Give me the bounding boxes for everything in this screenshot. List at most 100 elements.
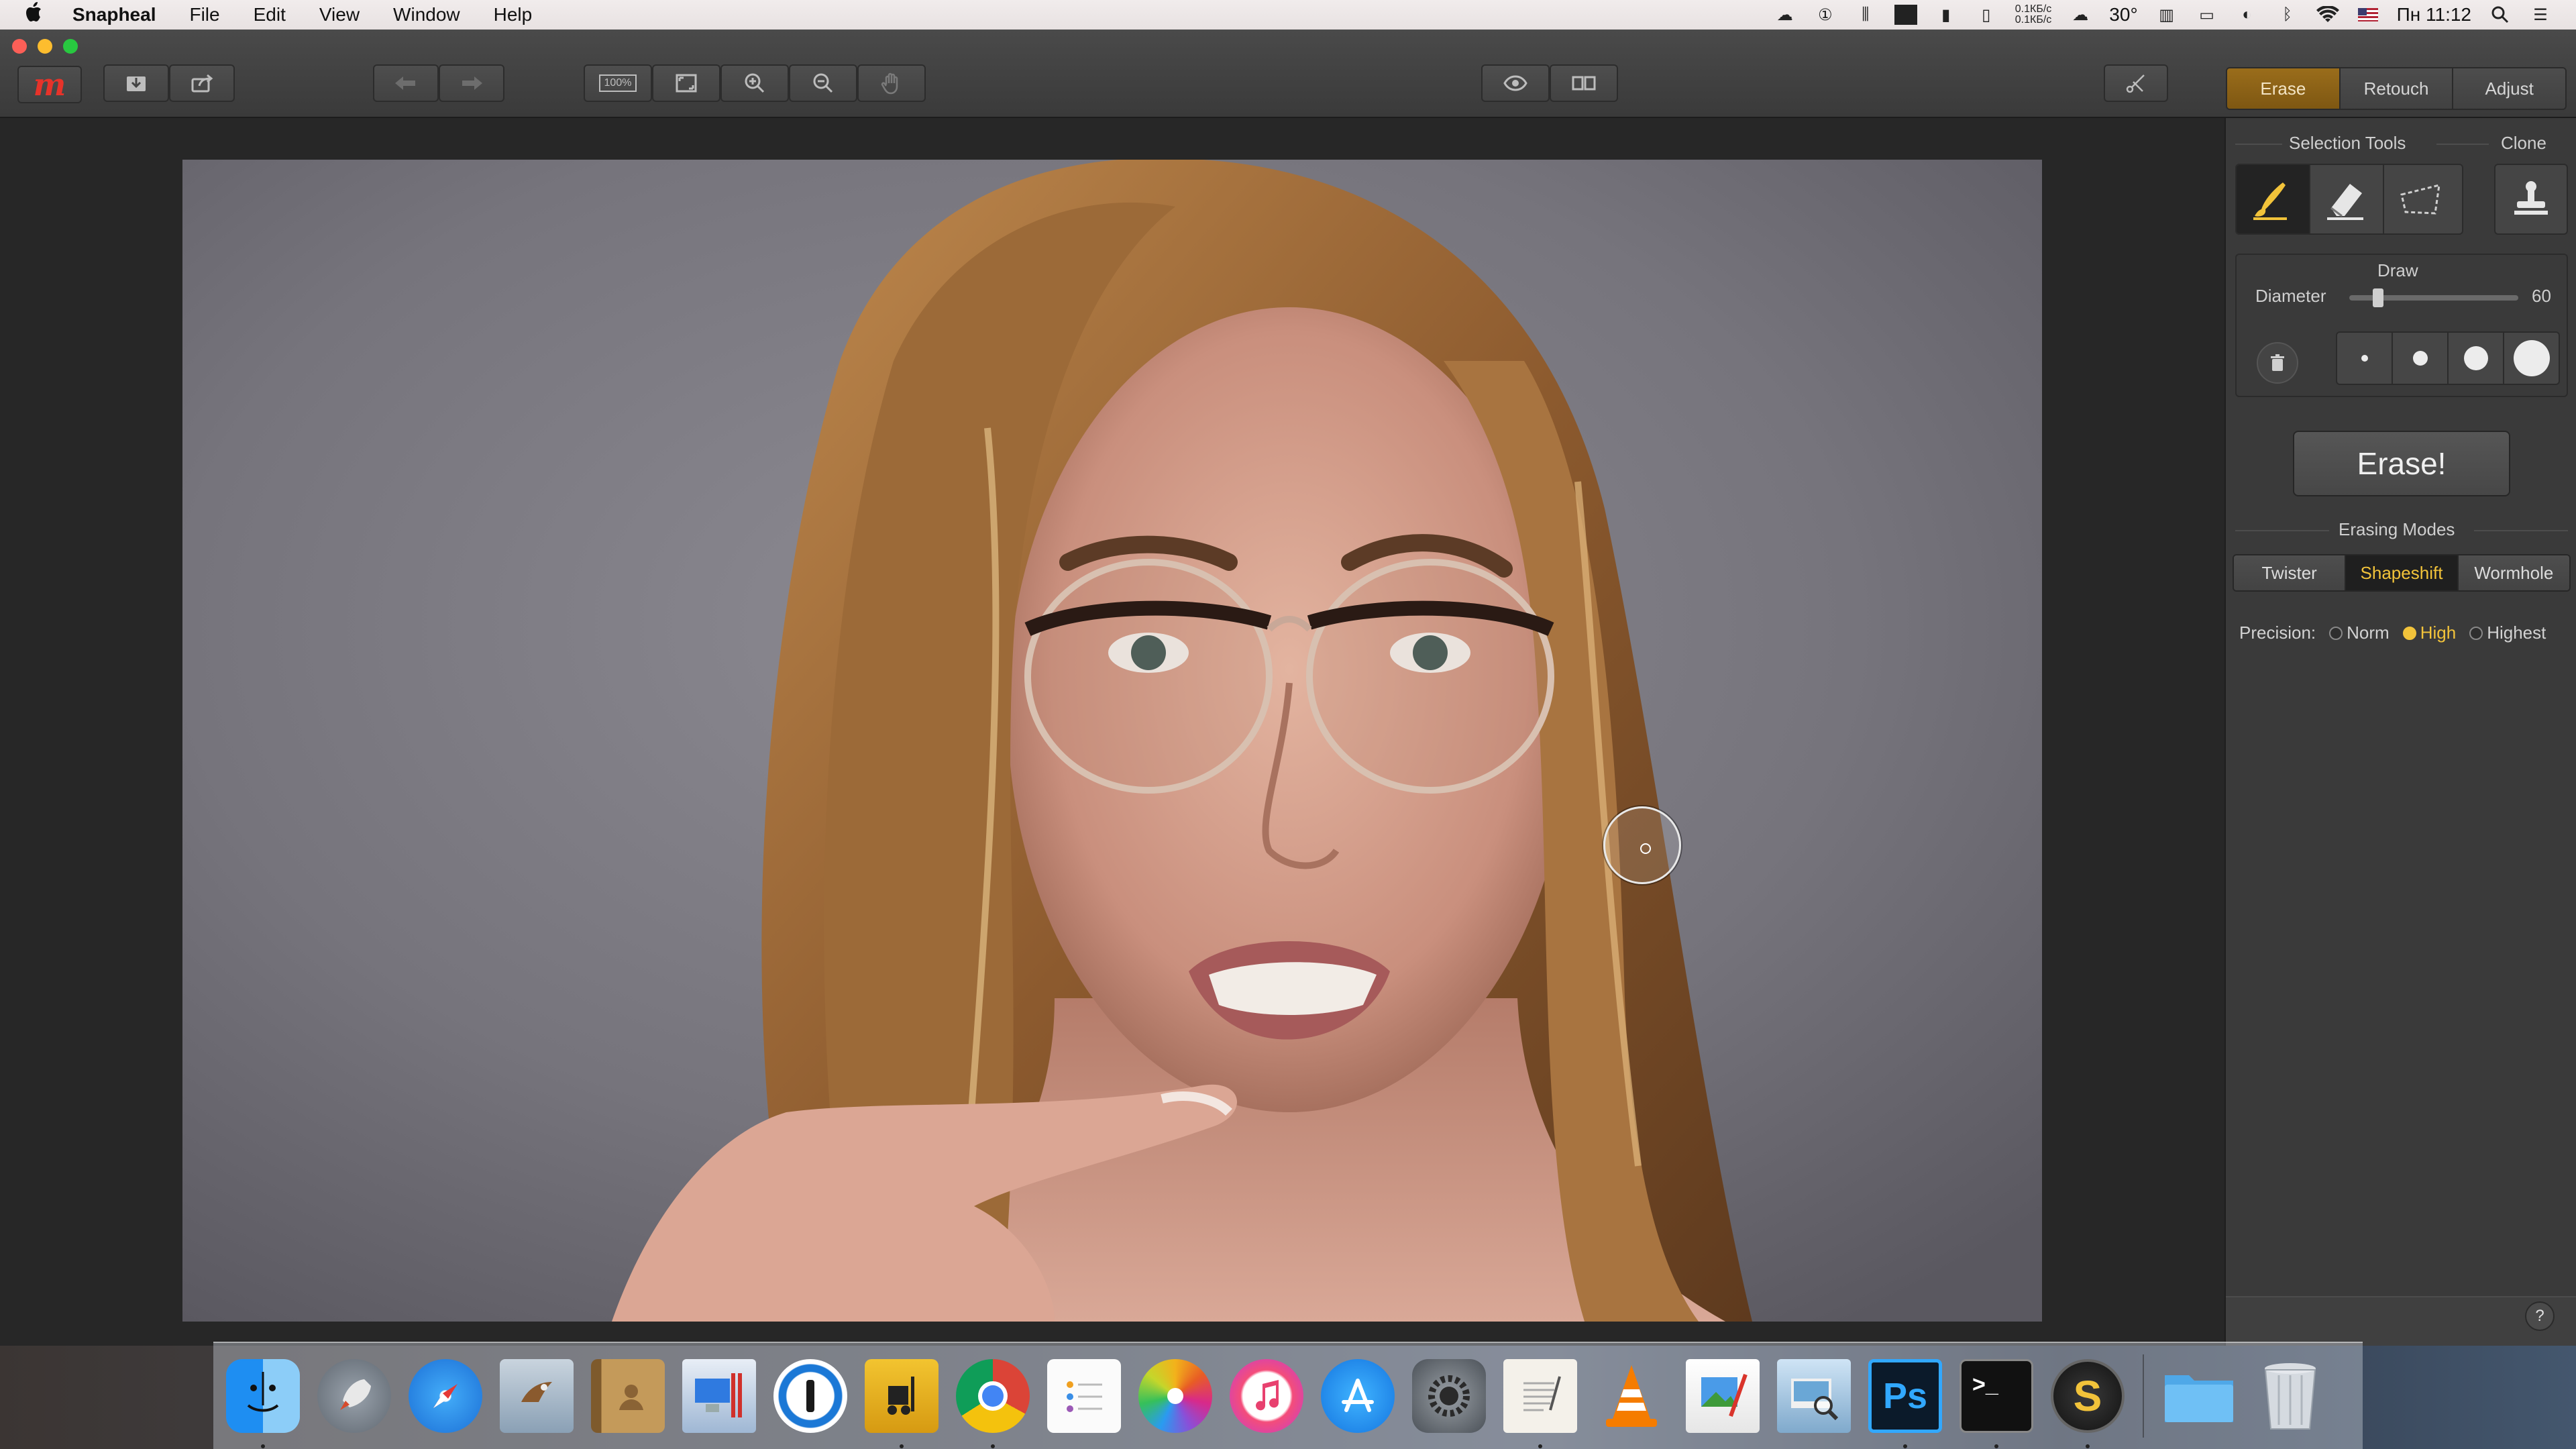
disk-monitor-icon[interactable]: ▯ (1975, 5, 1998, 24)
photo[interactable] (182, 160, 2042, 1322)
size-dot-icon (2412, 351, 2428, 366)
brush-size-medium[interactable] (2393, 333, 2449, 384)
dock-textedit[interactable] (1500, 1356, 1580, 1448)
menu-file[interactable]: File (189, 4, 219, 25)
status-icon[interactable]: ⫼ (1854, 5, 1877, 24)
brush-tool-button[interactable] (2237, 165, 2310, 233)
hand-tool-button[interactable] (857, 64, 926, 102)
dock-terminal[interactable]: >_ (1956, 1356, 2037, 1448)
brush-size-large[interactable] (2449, 333, 2504, 384)
redo-button[interactable] (439, 64, 504, 102)
network-speed[interactable]: 0.1КБ/с 0.1КБ/с (2015, 4, 2052, 25)
help-button[interactable]: ? (2525, 1301, 2555, 1331)
running-indicator (1903, 1444, 1907, 1448)
gear-icon (1412, 1359, 1486, 1433)
running-indicator (991, 1444, 995, 1448)
image-canvas[interactable] (0, 118, 2224, 1346)
divider (2235, 530, 2329, 531)
dock-downloads-folder[interactable] (2159, 1356, 2239, 1436)
dock-reminders[interactable] (1044, 1356, 1124, 1436)
lasso-tool-button[interactable] (2384, 165, 2458, 233)
dock-safari[interactable] (405, 1356, 486, 1436)
erasing-modes-label: Erasing Modes (2339, 519, 2455, 539)
brush-size-xlarge[interactable] (2504, 333, 2559, 384)
dock-pixelmator[interactable] (1682, 1356, 1763, 1436)
brush-size-small[interactable] (2337, 333, 2393, 384)
menu-window[interactable]: Window (393, 4, 460, 25)
dock-parallels[interactable] (679, 1356, 759, 1436)
fit-to-screen-button[interactable] (652, 64, 720, 102)
dock-chrome[interactable] (953, 1356, 1033, 1448)
wifi-icon[interactable] (2316, 5, 2339, 24)
precision-highest[interactable]: Highest (2469, 623, 2546, 643)
crop-button[interactable] (2104, 64, 2168, 102)
creative-cloud-icon[interactable]: ☁ (1774, 5, 1796, 24)
dock-photos[interactable] (1135, 1356, 1216, 1436)
zoom-in-button[interactable] (720, 64, 789, 102)
zoom-out-button[interactable] (789, 64, 857, 102)
brush-cursor (1603, 806, 1681, 884)
precision-high[interactable]: High (2402, 623, 2456, 643)
tab-retouch[interactable]: Retouch (2340, 68, 2454, 109)
dock-transmit[interactable] (861, 1356, 942, 1448)
clear-selection-button[interactable] (2257, 342, 2298, 384)
spotlight-search-icon[interactable] (2489, 5, 2512, 24)
fan-icon[interactable]: ▥ (2155, 5, 2178, 24)
dock-contacts[interactable] (588, 1356, 668, 1436)
onepassword-icon[interactable]: ① (1814, 5, 1837, 24)
dock-mail[interactable] (496, 1356, 577, 1436)
precision-norm[interactable]: Norm (2329, 623, 2390, 643)
cpu-monitor-icon[interactable] (1894, 5, 1917, 25)
clone-stamp-button[interactable] (2496, 165, 2567, 233)
dock-launchpad[interactable] (314, 1356, 394, 1436)
mode-twister[interactable]: Twister (2234, 555, 2347, 590)
notification-center-icon[interactable]: ☰ (2529, 5, 2552, 24)
open-image-button[interactable] (103, 64, 169, 102)
app-name-menu[interactable]: Snapheal (72, 4, 156, 25)
window-zoom-button[interactable] (63, 39, 78, 54)
eraser-tool-button[interactable] (2310, 165, 2384, 233)
undo-button[interactable] (373, 64, 439, 102)
brush-icon (2253, 182, 2287, 220)
mode-wormhole[interactable]: Wormhole (2458, 555, 2569, 590)
clock[interactable]: Пн 11:12 (2397, 4, 2471, 25)
temperature[interactable]: 30° (2109, 4, 2137, 25)
dock-trash[interactable] (2250, 1356, 2330, 1436)
menu-help[interactable]: Help (494, 4, 533, 25)
diameter-slider[interactable] (2349, 288, 2518, 307)
erase-button[interactable]: Erase! (2293, 431, 2510, 496)
share-button[interactable] (169, 64, 235, 102)
dock-photoshop[interactable]: Ps (1865, 1356, 1945, 1448)
window-close-button[interactable] (12, 39, 27, 54)
bluetooth-icon[interactable]: ᛒ (2276, 5, 2299, 24)
compare-view-button[interactable] (1550, 64, 1618, 102)
preview-original-button[interactable] (1481, 64, 1550, 102)
dock-1password[interactable] (770, 1356, 851, 1436)
redo-icon (462, 76, 482, 90)
snapheal-icon: S (2051, 1359, 2125, 1433)
divider (2235, 144, 2282, 145)
macphun-logo-button[interactable]: m (17, 66, 82, 103)
memory-monitor-icon[interactable]: ▮ (1935, 5, 1957, 24)
display-icon[interactable]: ▭ (2196, 5, 2218, 24)
mode-shapeshift[interactable]: Shapeshift (2346, 555, 2459, 590)
zoom-100-button[interactable]: 100% (584, 64, 652, 102)
dock-app-store[interactable] (1318, 1356, 1398, 1436)
selection-tools (2235, 164, 2463, 235)
input-source-flag-icon[interactable] (2357, 5, 2379, 24)
menu-edit[interactable]: Edit (254, 4, 286, 25)
dock-vlc[interactable] (1591, 1356, 1672, 1436)
tab-erase[interactable]: Erase (2227, 68, 2341, 109)
dock-system-preferences[interactable] (1409, 1356, 1489, 1436)
tab-adjust[interactable]: Adjust (2453, 68, 2565, 109)
dock-itunes[interactable] (1226, 1356, 1307, 1436)
dock-finder[interactable] (223, 1356, 303, 1448)
apple-menu-icon[interactable] (25, 1, 52, 28)
vpn-icon[interactable]: ◐ (2236, 5, 2259, 24)
weather-icon[interactable]: ☁ (2069, 5, 2092, 24)
window-minimize-button[interactable] (38, 39, 52, 54)
menu-view[interactable]: View (319, 4, 360, 25)
dock-preview[interactable] (1774, 1356, 1854, 1436)
dock-snapheal[interactable]: S (2047, 1356, 2128, 1448)
diameter-slider-thumb[interactable] (2373, 288, 2383, 307)
